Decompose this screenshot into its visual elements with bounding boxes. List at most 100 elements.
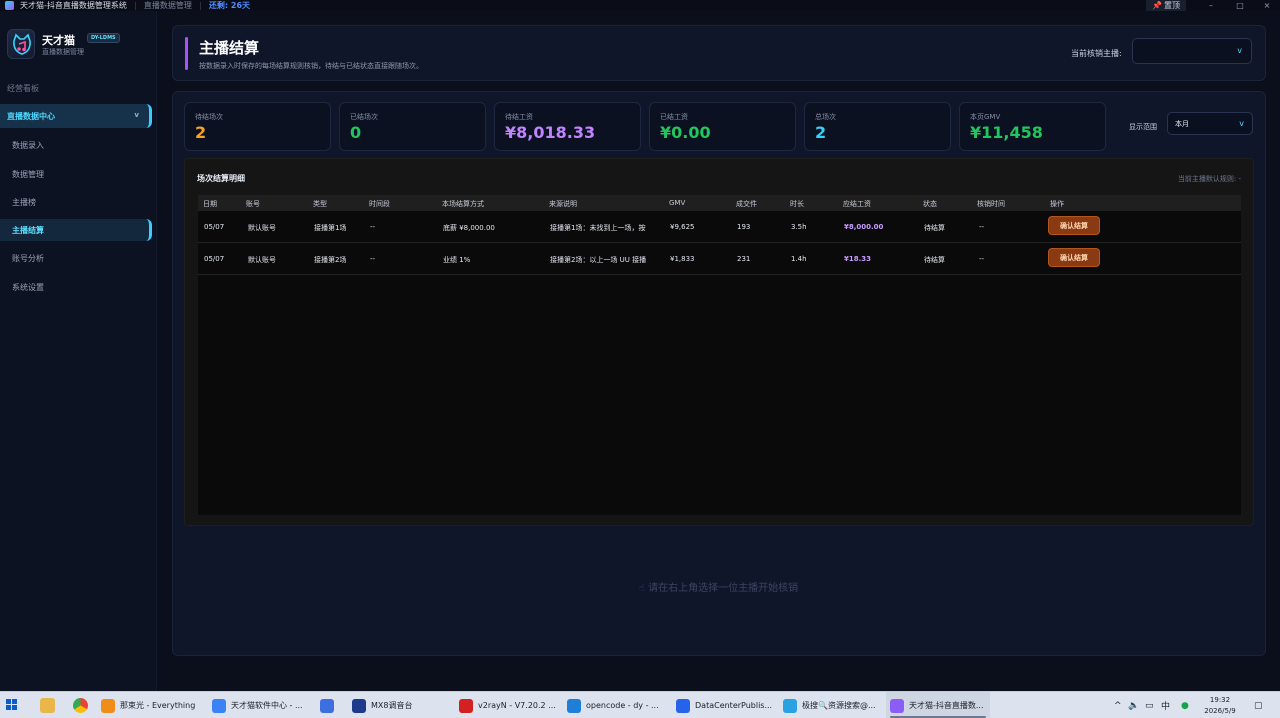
table-row: 05/07 默认账号 接播第2场 -- 业绩 1% 接播第2场：以上一场 UU …	[198, 243, 1241, 275]
taskbar-app[interactable]: 极搜🔍资源搜索@...	[783, 692, 876, 718]
cell-date: 05/07	[204, 223, 225, 231]
taskbar-app-label: v2rayN - V7.20.2 ...	[478, 701, 556, 710]
system-clock[interactable]: 19:32 2026/5/9	[1198, 695, 1242, 717]
cell-salary: ¥8,000.00	[844, 223, 884, 231]
taskbar-app-active[interactable]: 天才猫-抖音直播数...	[886, 692, 990, 718]
column-header[interactable]: 时长	[790, 199, 804, 209]
notification-icon[interactable]: ▢	[1254, 692, 1263, 718]
cell-gmv: ¥1,833	[670, 255, 695, 263]
cell-account: 默认账号	[248, 224, 276, 232]
column-header[interactable]: 来源说明	[549, 199, 577, 209]
taskbar-app[interactable]	[320, 692, 339, 718]
stat-value: ¥11,458	[970, 123, 1043, 142]
sidebar-item-data-management[interactable]: 数据管理	[0, 163, 152, 185]
column-header[interactable]: 日期	[203, 199, 217, 209]
empty-hint: ☝ 请在右上角选择一位主播开始核销	[157, 579, 1280, 594]
pointer-hand-icon: ☝	[638, 583, 645, 594]
brand-name: 天才猫	[42, 34, 75, 47]
module-label: 直播数据管理	[143, 1, 192, 10]
stat-label: 本页GMV	[970, 113, 1001, 121]
column-header[interactable]: 时间段	[369, 199, 390, 209]
minimize-button[interactable]: –	[1196, 0, 1226, 11]
column-header[interactable]: 类型	[313, 199, 327, 209]
taskbar-app[interactable]: MX8调音台	[352, 692, 412, 718]
sidebar-item-label: 数据录入	[12, 140, 44, 150]
stat-value: 2	[815, 123, 827, 142]
title-accent-bar	[185, 37, 188, 70]
chevron-down-icon: v	[134, 111, 139, 119]
range-select-value: 本月	[1175, 120, 1189, 128]
taskbar-app-label: 天才猫软件中心 - ...	[231, 701, 303, 710]
page-header: 主播结算 按数据录入时保存的每场结算规则核销，待结与已结状态直接跟随场次。 当前…	[172, 25, 1266, 81]
stat-value: 2	[195, 123, 207, 142]
license-remaining: 还剩: 26天	[208, 1, 251, 10]
taskbar-app[interactable]: 那束光 - Everything	[101, 692, 195, 718]
cell-orders: 231	[737, 255, 751, 263]
sidebar-item-data-entry[interactable]: 数据录入	[0, 134, 152, 156]
column-header[interactable]: 账号	[246, 199, 260, 209]
maximize-button[interactable]: □	[1225, 0, 1255, 11]
stat-value: 0	[350, 123, 362, 142]
column-header[interactable]: 核销时间	[977, 199, 1005, 209]
stat-label: 待结场次	[195, 113, 223, 121]
page-description: 按数据录入时保存的每场结算规则核销，待结与已结状态直接跟随场次。	[199, 62, 423, 70]
divider	[199, 1, 201, 10]
column-header[interactable]: GMV	[669, 199, 685, 207]
cell-duration: 1.4h	[791, 255, 807, 263]
taskbar-app[interactable]: v2rayN - V7.20.2 ...	[459, 692, 556, 718]
sidebar-group-live-data[interactable]: 直播数据中心 v	[0, 104, 152, 128]
column-header[interactable]: 本场结算方式	[442, 199, 484, 209]
panel-title: 场次结算明细	[197, 174, 245, 183]
stat-label: 已结场次	[350, 113, 378, 121]
chrome-icon[interactable]	[73, 698, 88, 713]
taskbar-app[interactable]: DataCenterPublis...	[676, 692, 772, 718]
taskbar-app[interactable]: opencode - dy - ...	[567, 692, 659, 718]
chevron-down-icon: v	[1239, 119, 1244, 128]
taskbar-app[interactable]: 天才猫软件中心 - ...	[212, 692, 303, 718]
brand: 天才猫 DY-LDMS 直播数据管理	[7, 29, 152, 61]
stat-page-gmv: 本页GMV ¥11,458	[959, 102, 1106, 151]
stat-label: 待结工资	[505, 113, 533, 121]
sidebar-item-dashboard[interactable]: 经营看板	[7, 83, 39, 94]
table-header: 日期 账号 类型 时间段 本场结算方式 来源说明 GMV 成交件 时长 应结工资…	[198, 195, 1241, 211]
stat-label: 总场次	[815, 113, 836, 121]
streamer-select[interactable]: v	[1132, 38, 1252, 64]
column-header[interactable]: 成交件	[736, 199, 757, 209]
volume-icon[interactable]: 🔈	[1128, 692, 1139, 718]
confirm-settlement-button[interactable]: 确认结算	[1048, 216, 1100, 235]
range-select[interactable]: 本月 v	[1167, 112, 1253, 135]
column-header[interactable]: 操作	[1050, 199, 1064, 209]
confirm-settlement-button[interactable]: 确认结算	[1048, 248, 1100, 267]
cell-verify-time: --	[979, 255, 985, 263]
wechat-tray-icon[interactable]: ●	[1181, 692, 1189, 718]
cell-account: 默认账号	[248, 256, 276, 264]
tray-chevron-icon[interactable]: ^	[1114, 692, 1122, 718]
sidebar-item-account-analysis[interactable]: 账号分析	[0, 247, 152, 269]
sidebar-item-label: 主播结算	[12, 225, 44, 235]
stat-settled-salary: 已结工资 ¥0.00	[649, 102, 796, 151]
pin-button[interactable]: 📌 置顶	[1146, 0, 1186, 11]
brand-tag: DY-LDMS	[87, 33, 120, 43]
ime-indicator[interactable]: 中	[1161, 692, 1170, 718]
title-bar: 天才猫-抖音直播数据管理系统 直播数据管理 还剩: 26天 📌 置顶 – □ ×	[0, 0, 1280, 11]
network-icon[interactable]: ▭	[1145, 692, 1154, 718]
column-header[interactable]: 状态	[923, 199, 937, 209]
sidebar-item-label: 账号分析	[12, 253, 44, 263]
cell-verify-time: --	[979, 223, 985, 231]
start-button[interactable]	[6, 699, 18, 711]
sidebar-item-streamer-settlement[interactable]: 主播结算	[0, 219, 152, 241]
cell-time-slot: --	[370, 255, 376, 263]
file-explorer-icon[interactable]	[40, 698, 55, 713]
close-button[interactable]: ×	[1252, 0, 1280, 11]
v2ray-icon	[459, 698, 473, 713]
pin-icon: 📌	[1152, 1, 1162, 10]
taskbar-app-label: DataCenterPublis...	[695, 701, 773, 710]
column-header[interactable]: 应结工资	[843, 199, 871, 209]
sidebar-item-streamer-ranking[interactable]: 主播榜	[0, 191, 152, 213]
sidebar-item-system-settings[interactable]: 系统设置	[0, 276, 152, 298]
clock-date: 2026/5/9	[1204, 707, 1236, 715]
cell-source: 接播第1场：未找到上一场，按	[550, 224, 646, 232]
logo-icon	[7, 29, 35, 59]
cell-orders: 193	[737, 223, 751, 231]
stat-pending-sessions: 待结场次 2	[184, 102, 331, 151]
